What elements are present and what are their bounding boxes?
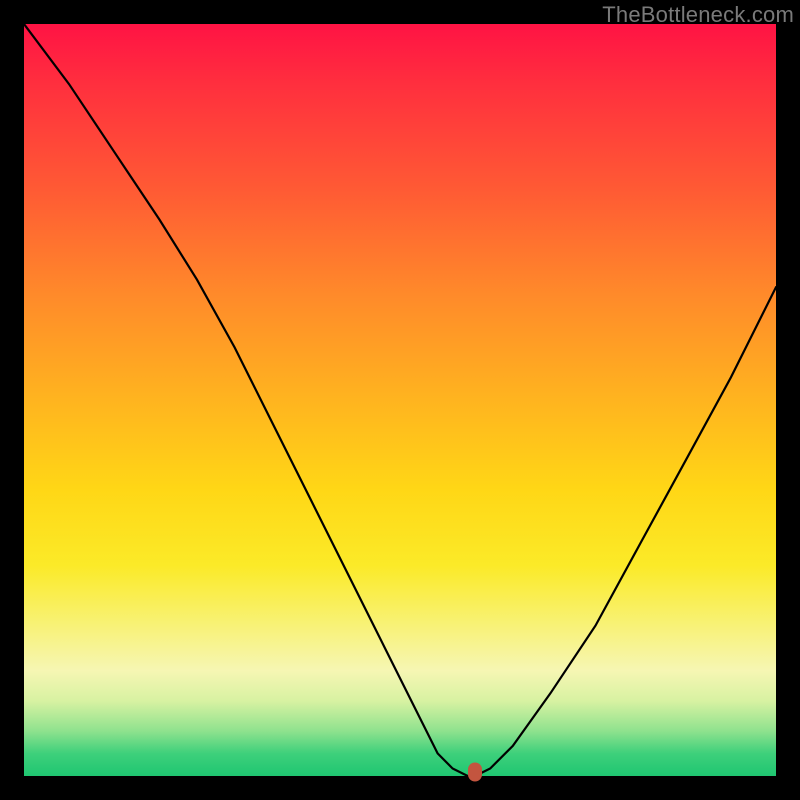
chart-marker [468, 763, 482, 782]
chart-curve-path [24, 24, 776, 776]
chart-curve-svg [24, 24, 776, 776]
chart-container: TheBottleneck.com [0, 0, 800, 800]
chart-plot-area [24, 24, 776, 776]
